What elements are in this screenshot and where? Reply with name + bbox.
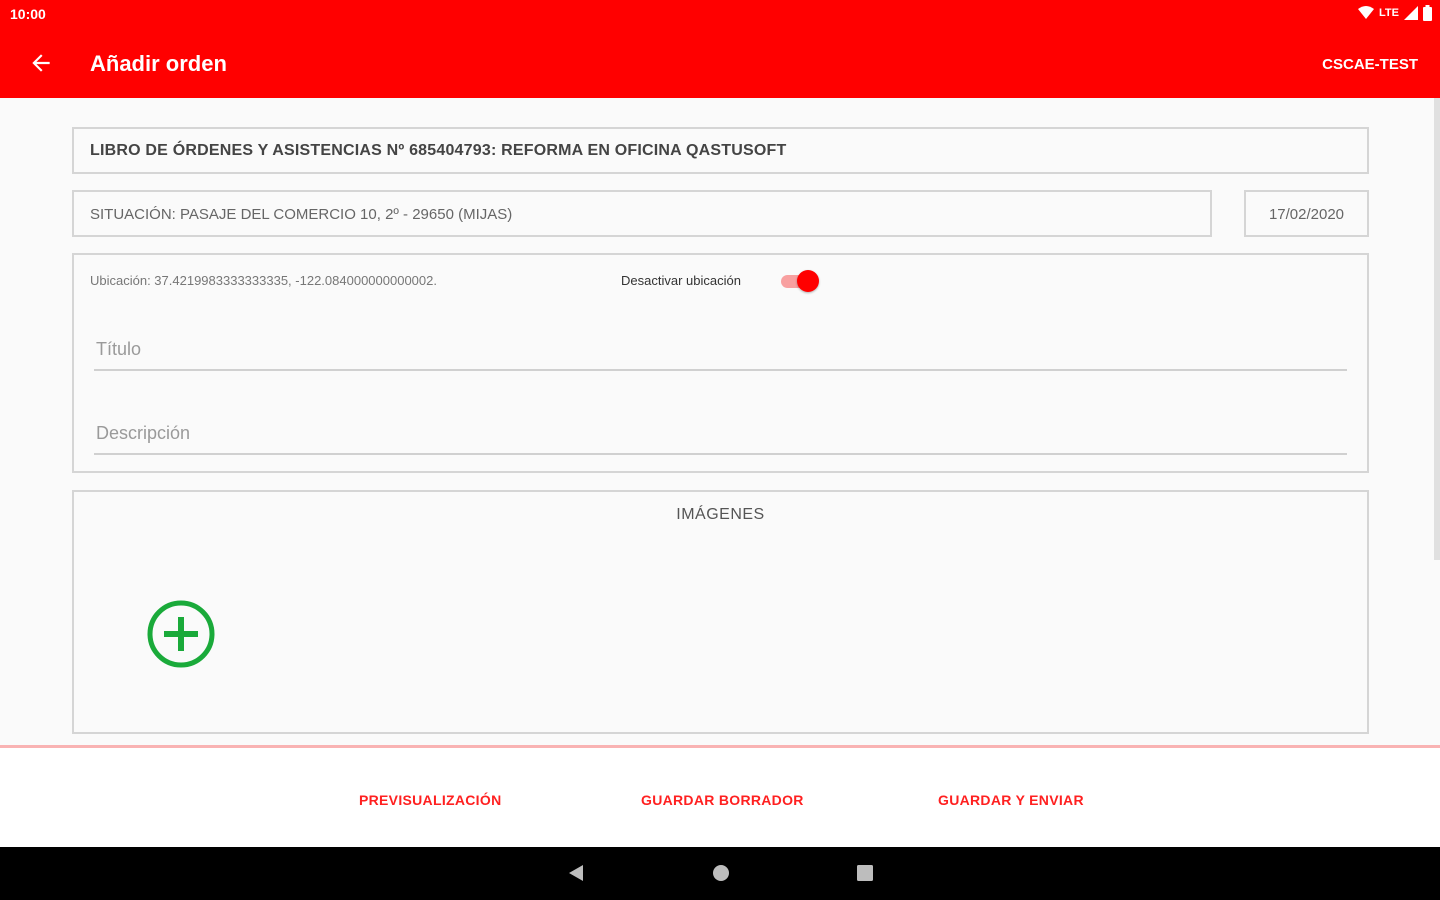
network-type: LTE: [1379, 7, 1399, 19]
book-title-field: LIBRO DE ÓRDENES Y ASISTENCIAS Nº 685404…: [72, 127, 1369, 174]
date-field[interactable]: 17/02/2020: [1244, 190, 1369, 237]
save-send-button[interactable]: GUARDAR Y ENVIAR: [938, 792, 1084, 808]
description-input[interactable]: Descripción: [94, 419, 1347, 455]
arrow-left-icon[interactable]: [28, 50, 54, 76]
preview-button[interactable]: PREVISUALIZACIÓN: [359, 792, 501, 808]
wifi-icon: [1358, 6, 1375, 19]
battery-icon: [1423, 5, 1432, 21]
save-draft-button[interactable]: GUARDAR BORRADOR: [641, 792, 804, 808]
status-icons: LTE: [1358, 5, 1432, 21]
status-bar: 10:00 LTE: [0, 0, 1440, 28]
images-section: IMÁGENES: [72, 490, 1369, 734]
nav-recents-icon[interactable]: [855, 863, 875, 883]
description-placeholder: Descripción: [96, 423, 191, 443]
location-coordinates: Ubicación: 37.4219983333333335, -122.084…: [90, 273, 437, 288]
nav-back-icon[interactable]: [566, 863, 586, 883]
disable-location-label: Desactivar ubicación: [621, 273, 741, 288]
nav-home-icon[interactable]: [711, 863, 731, 883]
toggle-thumb: [797, 270, 819, 292]
scrollbar[interactable]: [1434, 98, 1440, 560]
status-time: 10:00: [10, 6, 46, 22]
signal-icon: [1404, 6, 1418, 20]
title-input[interactable]: Título: [94, 335, 1347, 371]
bottom-action-bar: PREVISUALIZACIÓN GUARDAR BORRADOR GUARDA…: [0, 745, 1440, 850]
order-form-box: Ubicación: 37.4219983333333335, -122.084…: [72, 253, 1369, 473]
location-toggle[interactable]: [779, 269, 819, 293]
system-nav-bar: [0, 847, 1440, 900]
images-label: IMÁGENES: [676, 506, 765, 523]
page-title: Añadir orden: [90, 51, 227, 76]
app-bar: Añadir orden CSCAE-TEST: [0, 28, 1440, 98]
account-action-button[interactable]: CSCAE-TEST: [1322, 56, 1418, 73]
title-placeholder: Título: [96, 339, 142, 359]
situacion-field: SITUACIÓN: PASAJE DEL COMERCIO 10, 2º - …: [72, 190, 1212, 237]
plus-circle-icon[interactable]: [146, 599, 216, 669]
